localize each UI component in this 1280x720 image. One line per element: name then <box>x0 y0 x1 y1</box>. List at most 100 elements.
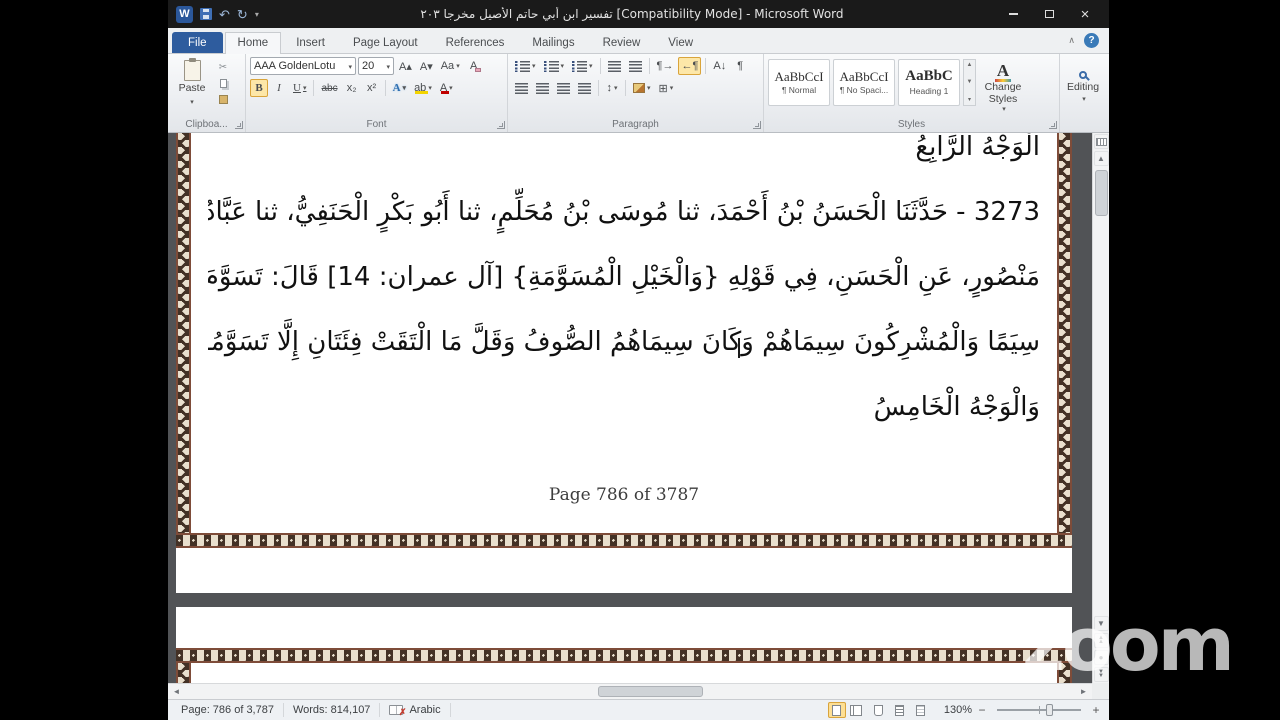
ornamental-border-left-next-page <box>176 663 191 683</box>
print-layout-view-button[interactable] <box>827 702 846 718</box>
clear-formatting-button[interactable]: A <box>465 57 483 75</box>
full-screen-reading-view-button[interactable] <box>849 702 867 718</box>
minimize-button[interactable] <box>997 4 1029 24</box>
cut-icon[interactable]: ✂ <box>215 60 231 74</box>
justify-button[interactable] <box>575 79 594 97</box>
align-center-button[interactable] <box>533 79 552 97</box>
styles-gallery-scrollbar[interactable]: ▲ ▼ ▾ <box>963 59 976 106</box>
zoom-in-button[interactable]: + <box>1089 703 1103 717</box>
tab-home[interactable]: Home <box>224 32 282 54</box>
undo-icon[interactable]: ↶ <box>219 8 230 21</box>
document-area[interactable]: الْوَجْهُ الرَّابِعُ 3273 - حَدَّثَنَا ا… <box>168 133 1109 683</box>
draft-view-button[interactable] <box>912 702 930 718</box>
page-indicator[interactable]: Page: 786 of 3,787 <box>172 703 284 717</box>
superscript-button[interactable]: x² <box>363 79 381 97</box>
font-size-select[interactable]: 20 <box>358 57 394 75</box>
scroll-up-button[interactable]: ▲ <box>1093 151 1109 166</box>
proofing-language[interactable]: ✗ Arabic <box>380 703 451 717</box>
vertical-scrollbar[interactable]: ▲ ▼ ▲ ▲ ● ▼ ▼ <box>1092 133 1109 683</box>
strikethrough-button[interactable]: abc <box>318 79 340 97</box>
document-text[interactable]: الْوَجْهُ الرَّابِعُ 3273 - حَدَّثَنَا ا… <box>208 133 1040 440</box>
zoom-level[interactable]: 130% <box>944 704 972 716</box>
help-icon[interactable]: ? <box>1084 33 1099 48</box>
collapse-ribbon-icon[interactable]: ∧ <box>1068 35 1075 46</box>
subscript-button[interactable]: x₂ <box>343 79 361 97</box>
tab-view[interactable]: View <box>655 32 706 53</box>
font-name-select[interactable]: AAA GoldenLotu <box>250 57 356 75</box>
vertical-scroll-thumb[interactable] <box>1094 170 1108 216</box>
style-preview: AaBbC <box>905 68 953 84</box>
page-787-top[interactable] <box>176 607 1072 683</box>
increase-indent-button[interactable] <box>626 57 645 75</box>
word-logo-icon[interactable]: W <box>176 5 193 23</box>
multilevel-list-button[interactable] <box>569 57 596 75</box>
shrink-font-button[interactable]: A▾ <box>417 57 436 75</box>
font-color-button[interactable]: A <box>437 79 456 97</box>
clipboard-dialog-launcher[interactable] <box>235 121 243 129</box>
sort-button[interactable]: A↓ <box>710 57 729 75</box>
ltr-direction-button[interactable]: ¶→ <box>654 57 677 75</box>
font-size-value: 20 <box>362 60 375 72</box>
styles-scroll-down-icon[interactable]: ▼ <box>967 79 973 85</box>
zoom-out-button[interactable]: − <box>975 703 989 717</box>
scroll-left-button[interactable]: ◄ <box>168 684 185 699</box>
repeat-icon[interactable]: ↻ <box>237 8 248 21</box>
ruler-toggle-button[interactable] <box>1093 134 1109 149</box>
align-left-button[interactable] <box>512 79 531 97</box>
increase-indent-icon <box>628 60 642 72</box>
tab-page-layout[interactable]: Page Layout <box>340 32 431 53</box>
change-styles-button[interactable]: A Change Styles <box>976 57 1030 117</box>
outline-view-button[interactable] <box>891 702 909 718</box>
close-button[interactable]: × <box>1069 4 1101 24</box>
bullets-button[interactable] <box>512 57 539 75</box>
styles-dialog-launcher[interactable] <box>1049 121 1057 129</box>
save-icon[interactable] <box>200 8 212 20</box>
rtl-direction-button[interactable]: ←¶ <box>678 57 702 75</box>
editing-button[interactable]: Editing <box>1064 57 1102 117</box>
word-window: W ↶ ↻ ▾ تفسير ابن أبي حاتم الأصيل مخرجا … <box>168 0 1109 720</box>
style-heading-1[interactable]: AaBbC Heading 1 <box>898 59 960 106</box>
borders-button[interactable]: ⊞ <box>656 79 677 97</box>
underline-button[interactable]: U <box>290 79 309 97</box>
show-paragraph-marks-button[interactable]: ¶ <box>731 57 749 75</box>
format-painter-icon[interactable] <box>215 92 231 106</box>
copy-icon[interactable] <box>215 76 231 90</box>
style-normal[interactable]: AaBbCcI ¶ Normal <box>768 59 830 106</box>
tab-insert[interactable]: Insert <box>283 32 338 53</box>
numbering-button[interactable] <box>541 57 568 75</box>
styles-scroll-up-icon[interactable]: ▲ <box>967 62 973 68</box>
horizontal-scroll-thumb[interactable] <box>598 686 703 697</box>
maximize-button[interactable] <box>1033 4 1065 24</box>
tab-review[interactable]: Review <box>590 32 654 53</box>
change-case-button[interactable]: Aa <box>438 57 463 75</box>
font-name-value: AAA GoldenLotu <box>254 60 336 72</box>
word-count[interactable]: Words: 814,107 <box>284 703 381 717</box>
text-effects-button[interactable]: A <box>390 79 409 97</box>
bold-button[interactable]: B <box>250 79 268 97</box>
decrease-indent-button[interactable] <box>605 57 624 75</box>
tab-file[interactable]: File <box>172 32 223 53</box>
highlight-color-button[interactable]: ab <box>411 79 435 97</box>
zoom-slider[interactable] <box>997 704 1081 716</box>
font-dialog-launcher[interactable] <box>497 121 505 129</box>
shading-button[interactable] <box>630 79 654 97</box>
align-center-icon <box>536 82 549 94</box>
qat-customize-icon[interactable]: ▾ <box>255 10 259 19</box>
line-spacing-button[interactable]: ↕ <box>603 79 621 97</box>
italic-button[interactable]: I <box>270 79 288 97</box>
zoom-slider-thumb[interactable] <box>1045 704 1053 716</box>
numbered-list-icon <box>543 60 559 72</box>
tab-references[interactable]: References <box>433 32 518 53</box>
style-no-spacing[interactable]: AaBbCcI ¶ No Spaci... <box>833 59 895 106</box>
tab-mailings[interactable]: Mailings <box>519 32 587 53</box>
horizontal-scrollbar[interactable]: ◄ ► <box>168 683 1092 699</box>
grow-font-button[interactable]: A▴ <box>396 57 415 75</box>
web-layout-view-button[interactable] <box>870 702 888 718</box>
web-layout-icon <box>874 704 884 716</box>
ribbon: Paste ✂ Clipboa... AAA GoldenL <box>168 54 1109 133</box>
align-right-button[interactable] <box>554 79 573 97</box>
styles-gallery-more-icon[interactable]: ▾ <box>968 96 971 103</box>
page-786[interactable]: الْوَجْهُ الرَّابِعُ 3273 - حَدَّثَنَا ا… <box>176 133 1072 593</box>
paste-button[interactable]: Paste <box>172 57 212 117</box>
paragraph-dialog-launcher[interactable] <box>753 121 761 129</box>
